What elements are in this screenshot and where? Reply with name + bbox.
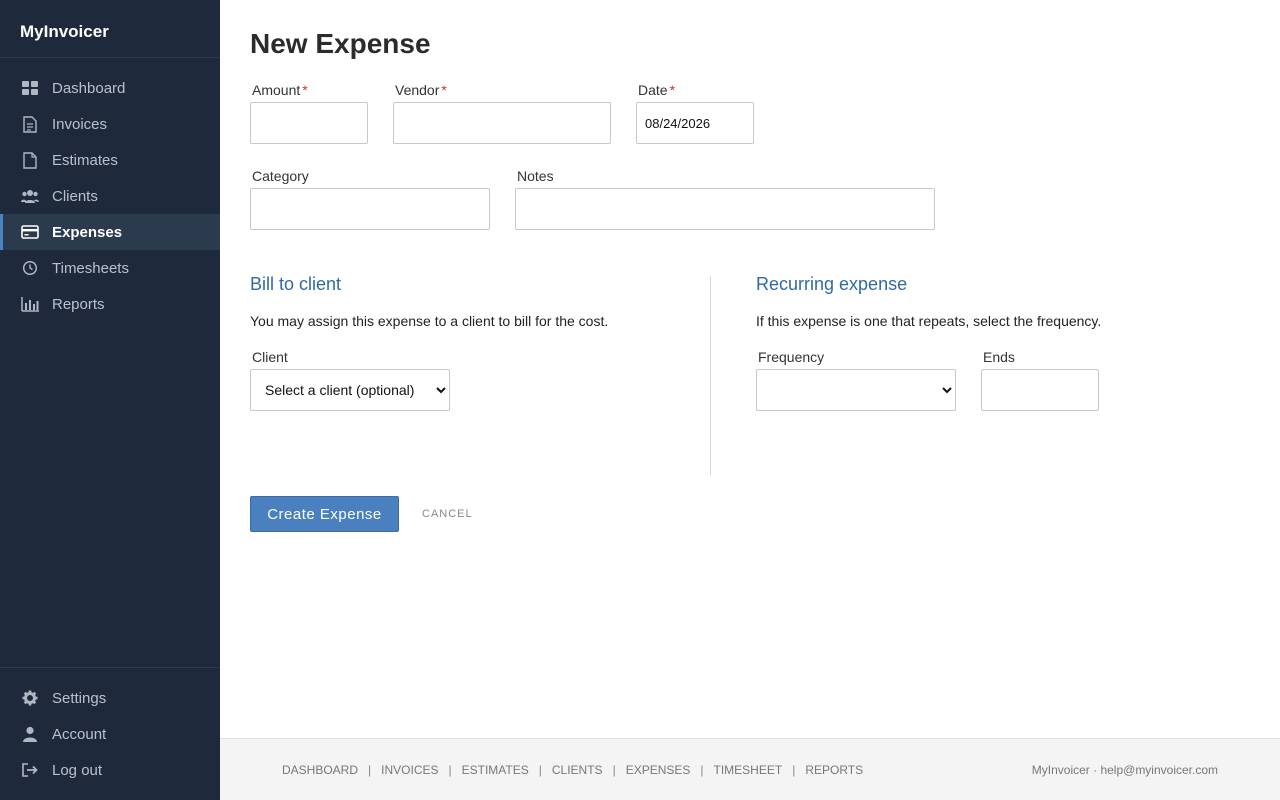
frequency-select[interactable] — [756, 369, 956, 411]
sidebar-item-label: Timesheets — [52, 259, 129, 277]
cancel-link[interactable]: CANCEL — [422, 508, 473, 520]
clock-icon — [21, 259, 39, 277]
sidebar-item-expenses[interactable]: Expenses — [0, 214, 220, 250]
footer-link-expenses[interactable]: EXPENSES — [626, 763, 691, 777]
recurring-expense-heading: Recurring expense — [756, 274, 908, 294]
footer-separator: | — [792, 763, 796, 777]
logout-icon — [21, 761, 39, 779]
sidebar-item-estimates[interactable]: Estimates — [0, 142, 220, 178]
main-content: New Expense Amount* Vendor* Date* Catego… — [220, 0, 1280, 738]
sidebar-item-label: Account — [52, 725, 107, 743]
page-title: New Expense — [250, 28, 431, 59]
ends-label: Ends — [983, 349, 1015, 365]
vendor-input[interactable] — [393, 102, 611, 144]
footer-separator: | — [612, 763, 616, 777]
invoice-icon — [21, 115, 39, 133]
sidebar-nav: Dashboard Invoices Estimates Clients Exp… — [0, 70, 220, 322]
required-marker: * — [669, 82, 676, 98]
footer-separator: | — [700, 763, 704, 777]
dashboard-icon — [21, 79, 39, 97]
footer-separator: | — [368, 763, 372, 777]
footer-separator: | — [448, 763, 452, 777]
user-icon — [21, 725, 39, 743]
amount-input[interactable] — [250, 102, 368, 144]
sidebar-item-label: Clients — [52, 187, 98, 205]
sidebar-item-label: Reports — [52, 295, 105, 313]
footer-separator: | — [538, 763, 542, 777]
sidebar-item-settings[interactable]: Settings — [0, 680, 220, 716]
sidebar: MyInvoicer Dashboard Invoices Estimates … — [0, 0, 220, 800]
app-logo[interactable]: MyInvoicer — [0, 0, 220, 58]
gear-icon — [21, 689, 39, 707]
footer-link-dashboard[interactable]: DASHBOARD — [282, 763, 358, 777]
footer-nav: DASHBOARD | INVOICES | ESTIMATES | CLIEN… — [282, 763, 863, 777]
footer-link-clients[interactable]: CLIENTS — [552, 763, 603, 777]
create-expense-button[interactable]: Create Expense — [250, 496, 399, 532]
sidebar-item-dashboard[interactable]: Dashboard — [0, 70, 220, 106]
category-input[interactable] — [250, 188, 490, 230]
footer-link-estimates[interactable]: ESTIMATES — [462, 763, 529, 777]
notes-input[interactable] — [515, 188, 935, 230]
sidebar-item-logout[interactable]: Log out — [0, 752, 220, 788]
footer-contact[interactable]: MyInvoicer · help@myinvoicer.com — [1032, 763, 1218, 777]
sidebar-item-account[interactable]: Account — [0, 716, 220, 752]
sidebar-item-label: Invoices — [52, 115, 108, 133]
sidebar-item-label: Dashboard — [52, 79, 126, 97]
category-label: Category — [252, 168, 309, 184]
sidebar-bottom-nav: Settings Account Log out — [0, 667, 220, 788]
sidebar-item-invoices[interactable]: Invoices — [0, 106, 220, 142]
section-divider — [710, 276, 711, 475]
footer-link-invoices[interactable]: INVOICES — [381, 763, 438, 777]
sidebar-item-timesheets[interactable]: Timesheets — [0, 250, 220, 286]
bill-to-client-description: You may assign this expense to a client … — [250, 313, 609, 329]
recurring-expense-description: If this expense is one that repeats, sel… — [756, 313, 1102, 329]
bill-to-client-heading: Bill to client — [250, 274, 342, 294]
date-label: Date * — [638, 82, 676, 98]
clients-icon — [21, 187, 39, 205]
sidebar-item-label: Expenses — [52, 223, 123, 241]
required-marker: * — [302, 82, 308, 98]
bar-chart-icon — [21, 295, 39, 313]
footer-link-timesheet[interactable]: TIMESHEET — [714, 763, 783, 777]
ends-input[interactable] — [981, 369, 1099, 411]
credit-card-icon — [21, 223, 39, 241]
sidebar-item-clients[interactable]: Clients — [0, 178, 220, 214]
sidebar-item-label: Log out — [52, 761, 103, 779]
footer: DASHBOARD | INVOICES | ESTIMATES | CLIEN… — [220, 738, 1280, 800]
date-input[interactable] — [636, 102, 754, 144]
client-label: Client — [252, 349, 288, 365]
client-select[interactable]: Select a client (optional) — [250, 369, 450, 411]
vendor-label: Vendor * — [395, 82, 447, 98]
sidebar-item-reports[interactable]: Reports — [0, 286, 220, 322]
required-marker: * — [441, 82, 447, 98]
notes-label: Notes — [517, 168, 554, 184]
amount-label: Amount * — [252, 82, 308, 98]
sidebar-item-label: Estimates — [52, 151, 118, 169]
footer-link-reports[interactable]: REPORTS — [805, 763, 863, 777]
frequency-label: Frequency — [758, 349, 825, 365]
sidebar-item-label: Settings — [52, 689, 107, 707]
estimate-icon — [21, 151, 39, 169]
